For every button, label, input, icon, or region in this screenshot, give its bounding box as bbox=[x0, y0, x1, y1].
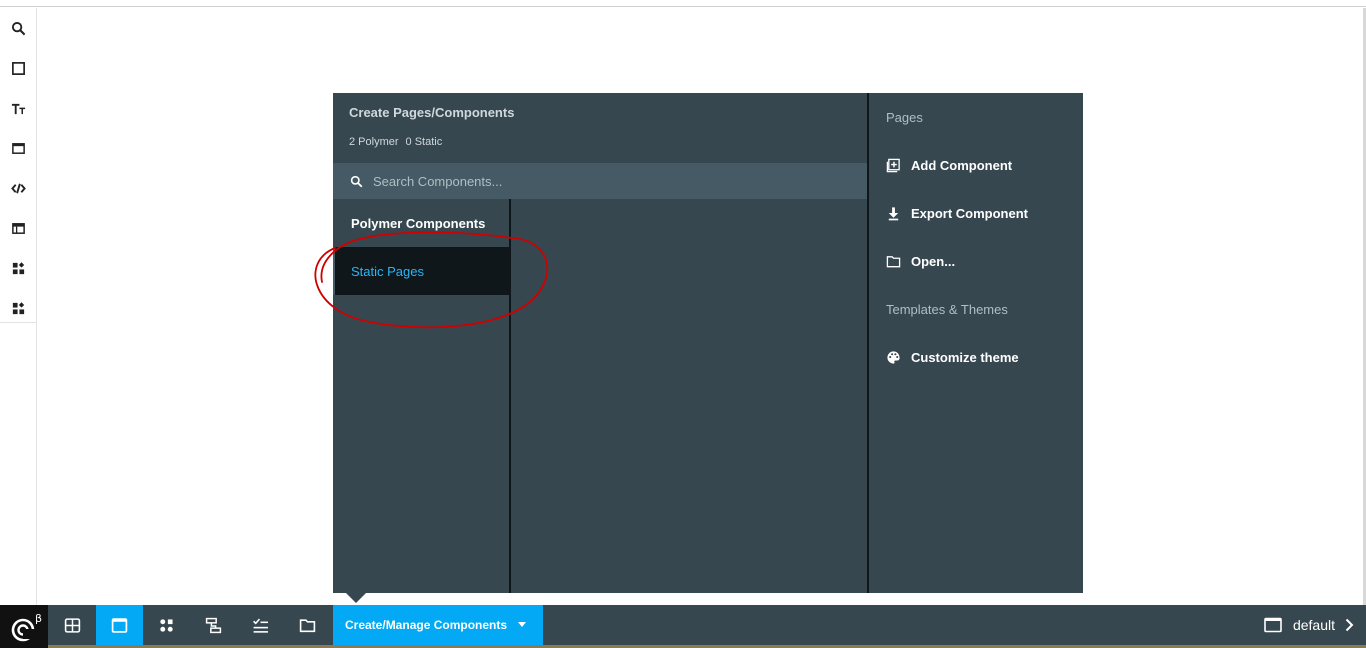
window-icon bbox=[1264, 617, 1282, 633]
category-polymer-components[interactable]: Polymer Components bbox=[333, 199, 509, 247]
text-tool-button[interactable] bbox=[0, 88, 36, 128]
add-component-button[interactable]: Add Component bbox=[886, 153, 1012, 177]
create-manage-components-dropdown[interactable]: Create/Manage Components bbox=[333, 605, 543, 645]
actions-column: Pages Add Component Export Component Ope… bbox=[871, 93, 1083, 593]
templates-themes-heading: Templates & Themes bbox=[886, 302, 1008, 317]
folder-icon bbox=[886, 255, 901, 267]
download-icon bbox=[888, 206, 899, 220]
popup-title: Create Pages/Components bbox=[349, 105, 515, 120]
components-view-button[interactable] bbox=[96, 605, 143, 645]
window-icon bbox=[11, 142, 25, 154]
open-label: Open... bbox=[911, 253, 956, 269]
category-static-pages[interactable]: Static Pages bbox=[333, 247, 509, 295]
category-list: Polymer Components Static Pages bbox=[333, 199, 511, 593]
app-logo-icon: β bbox=[11, 612, 42, 641]
widgets-tool-button[interactable] bbox=[0, 248, 36, 288]
widgets-icon bbox=[12, 261, 24, 274]
window-icon bbox=[111, 617, 128, 633]
export-component-button[interactable]: Export Component bbox=[886, 201, 1028, 225]
pages-heading: Pages bbox=[886, 110, 923, 125]
add-component-label: Add Component bbox=[911, 157, 1013, 173]
customize-theme-label: Customize theme bbox=[911, 349, 1019, 365]
box-tool-button[interactable] bbox=[0, 48, 36, 88]
popup-pointer bbox=[346, 593, 366, 603]
search-icon bbox=[11, 21, 25, 35]
code-icon bbox=[10, 183, 26, 193]
layout-icon bbox=[11, 222, 25, 234]
search-icon bbox=[350, 175, 363, 187]
files-view-button[interactable] bbox=[284, 605, 331, 645]
add-box-icon bbox=[886, 158, 900, 172]
component-counts: 2 Polymer 0 Static bbox=[349, 136, 449, 148]
open-button[interactable]: Open... bbox=[886, 249, 955, 273]
device-label: default bbox=[1292, 617, 1335, 633]
caret-down-icon bbox=[518, 622, 526, 627]
folder-icon bbox=[299, 618, 316, 632]
window-tool-button[interactable] bbox=[0, 128, 36, 168]
export-component-label: Export Component bbox=[911, 205, 1028, 221]
mode-label: Create/Manage Components bbox=[345, 618, 508, 632]
top-border bbox=[0, 0, 1366, 7]
palette-icon bbox=[887, 350, 900, 364]
polymer-count: 2 Polymer bbox=[349, 136, 399, 148]
app-logo[interactable]: β bbox=[0, 605, 48, 648]
text-size-icon bbox=[11, 103, 25, 114]
flow-view-button[interactable] bbox=[190, 605, 237, 645]
flow-icon bbox=[205, 617, 222, 633]
rail-divider bbox=[0, 322, 36, 323]
device-selector[interactable]: default bbox=[1264, 605, 1354, 645]
layout-tool-button[interactable] bbox=[0, 208, 36, 248]
bottom-toolbar: β Create/Manage Components default bbox=[0, 605, 1366, 648]
grid-icon bbox=[64, 617, 81, 633]
components-column: Create Pages/Components 2 Polymer 0 Stati… bbox=[333, 93, 869, 593]
component-search-bar bbox=[333, 163, 867, 199]
static-count: 0 Static bbox=[405, 136, 443, 148]
checklist-icon bbox=[253, 618, 268, 633]
tool-rail bbox=[0, 8, 37, 605]
search-tool-button[interactable] bbox=[0, 8, 36, 48]
code-tool-button[interactable] bbox=[0, 168, 36, 208]
create-components-popup: Create Pages/Components 2 Polymer 0 Stati… bbox=[333, 93, 1083, 593]
chevron-right-icon bbox=[1345, 618, 1354, 632]
elements-view-button[interactable] bbox=[143, 605, 190, 645]
square-icon bbox=[11, 61, 25, 75]
grid-view-button[interactable] bbox=[49, 605, 96, 645]
widgets-icon bbox=[12, 301, 24, 314]
tasks-view-button[interactable] bbox=[237, 605, 284, 645]
widgets-icon bbox=[160, 618, 173, 632]
beta-mark: β bbox=[35, 612, 42, 625]
customize-theme-button[interactable]: Customize theme bbox=[886, 345, 1019, 369]
search-components-input[interactable] bbox=[373, 166, 853, 196]
